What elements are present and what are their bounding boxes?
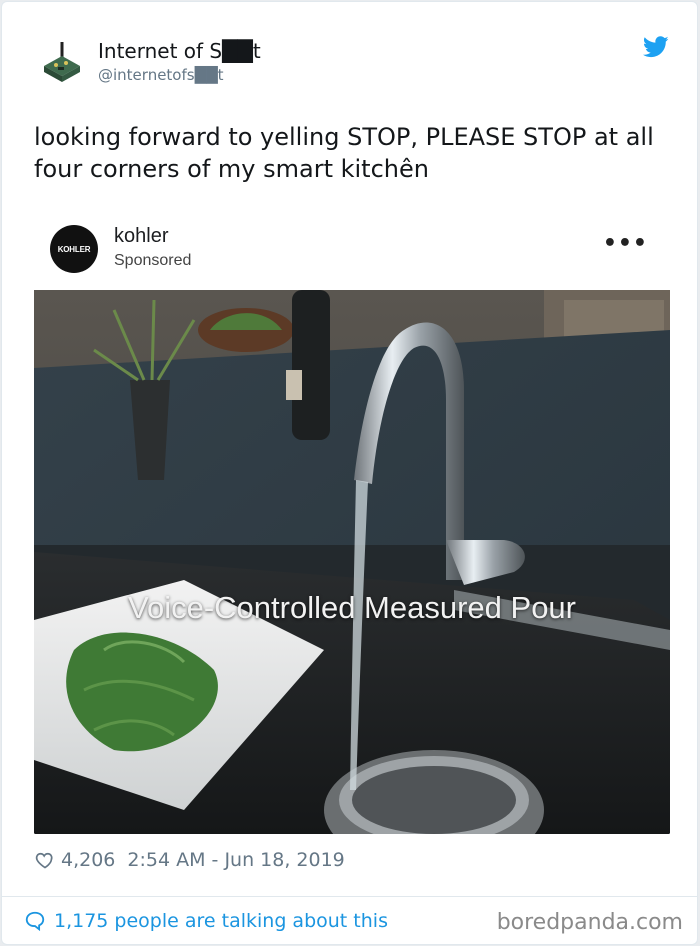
tweet-meta: 4,206 2:54 AM - Jun 18, 2019 xyxy=(35,848,345,872)
heart-icon[interactable] xyxy=(35,850,55,870)
speech-bubble-icon xyxy=(25,911,45,932)
robot-avatar-icon[interactable] xyxy=(38,38,86,86)
display-name[interactable]: Internet of S██t xyxy=(98,38,261,64)
twitter-bird-icon[interactable] xyxy=(643,36,669,58)
faucet-video-frame[interactable] xyxy=(34,290,670,834)
divider xyxy=(2,896,697,897)
tweet-text: looking forward to yelling STOP, PLEASE … xyxy=(34,123,654,183)
tweet-timestamp[interactable]: 2:54 AM - Jun 18, 2019 xyxy=(127,849,344,871)
more-options-icon[interactable]: ••• xyxy=(603,233,648,255)
conversation-count-text[interactable]: 1,175 people are talking about this xyxy=(54,910,388,932)
embedded-ad-image[interactable]: KOHLER kohler Sponsored ••• Voice-Contro… xyxy=(34,200,670,834)
boredpanda-watermark: boredpanda.com xyxy=(496,910,683,935)
user-handle[interactable]: @internetofs██t xyxy=(98,65,224,85)
ad-brand-name[interactable]: kohler xyxy=(114,225,168,248)
tweet-card: Internet of S██t @internetofs██t looking… xyxy=(1,1,698,945)
sponsored-label: Sponsored xyxy=(114,252,192,269)
conversation-link[interactable]: 1,175 people are talking about this xyxy=(24,910,388,932)
brand-logo-text: KOHLER xyxy=(57,244,91,254)
brand-logo[interactable]: KOHLER xyxy=(50,225,98,273)
ad-header: KOHLER kohler Sponsored ••• xyxy=(34,200,670,290)
like-count[interactable]: 4,206 xyxy=(61,849,115,871)
video-caption: Voice-Controlled Measured Pour xyxy=(127,590,577,625)
